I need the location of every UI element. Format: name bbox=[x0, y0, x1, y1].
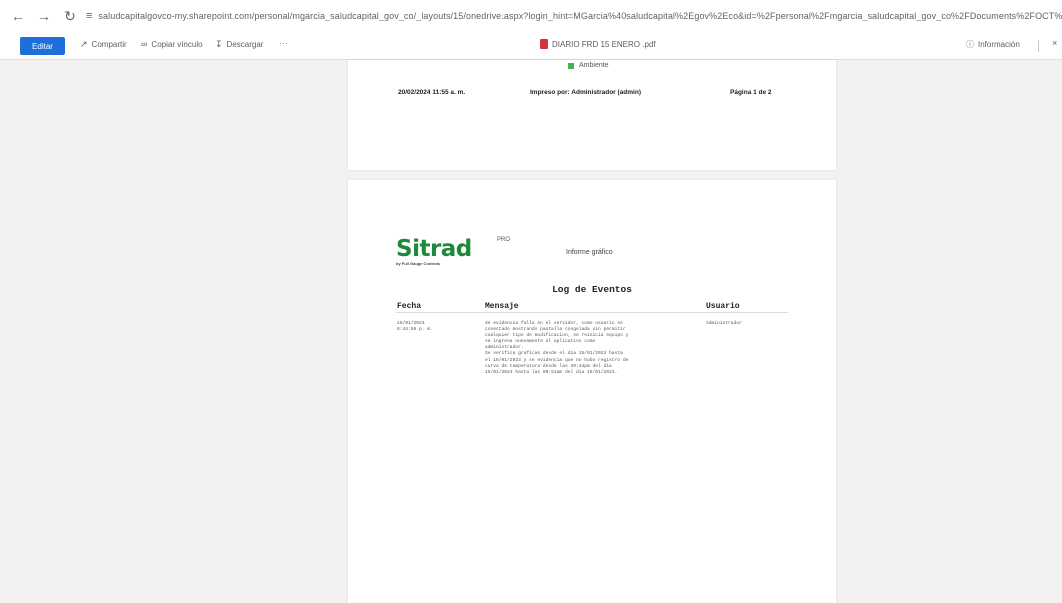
column-header-mensaje: Mensaje bbox=[485, 302, 519, 311]
message-line: curva de temperatura desde las 20:44pm d… bbox=[485, 363, 612, 369]
copy-link-button[interactable]: ∞ Copiar vínculo bbox=[141, 39, 203, 49]
file-title[interactable]: DIARIO FRD 15 ENERO .pdf bbox=[540, 39, 656, 49]
link-icon: ∞ bbox=[141, 39, 148, 49]
info-icon: ⓘ bbox=[966, 40, 974, 49]
time-line: 8:44:58 p. m. bbox=[397, 327, 433, 333]
pdf-page-1: Ambiente 20/02/2024 11:55 a. m. Impreso … bbox=[348, 60, 836, 170]
legend-swatch bbox=[568, 62, 574, 69]
logo-pro-tag: PRO bbox=[497, 237, 511, 243]
chart-legend: Ambiente bbox=[568, 62, 609, 69]
log-title: Log de Eventos bbox=[552, 284, 632, 295]
reload-icon[interactable]: ↻ bbox=[60, 6, 80, 26]
url-field[interactable]: ≡ saludcapitalgovco-my.sharepoint.com/pe… bbox=[86, 10, 1062, 22]
download-label: Descargar bbox=[226, 40, 264, 49]
browser-address-bar: ← → ↻ ≡ saludcapitalgovco-my.sharepoint.… bbox=[0, 0, 1062, 32]
share-label: Compartir bbox=[91, 40, 127, 49]
copy-link-label: Copiar vínculo bbox=[151, 39, 203, 49]
toolbar-divider bbox=[1038, 40, 1039, 52]
url-text: saludcapitalgovco-my.sharepoint.com/pers… bbox=[98, 11, 1062, 21]
info-label: Información bbox=[978, 40, 1020, 49]
pdf-file-icon bbox=[540, 39, 548, 49]
info-button[interactable]: ⓘ Información bbox=[966, 39, 1020, 50]
log-entry-date: 15/01/2023 8:44:58 p. m. bbox=[397, 321, 433, 333]
more-options-button[interactable]: ··· bbox=[279, 38, 288, 48]
message-line: el 16/01/2023 y se evidencia que no hubo… bbox=[485, 357, 629, 363]
share-button[interactable]: ↗ Compartir bbox=[80, 39, 127, 50]
page-number: Página 1 de 2 bbox=[730, 89, 772, 96]
forward-arrow-icon[interactable]: → bbox=[34, 6, 54, 26]
column-header-usuario: Usuario bbox=[706, 302, 740, 311]
download-button[interactable]: ↧ Descargar bbox=[215, 39, 263, 50]
log-entry-user: Administrador bbox=[706, 321, 742, 326]
site-info-icon[interactable]: ≡ bbox=[86, 10, 92, 22]
printed-by: Impreso por: Administrador (admin) bbox=[530, 89, 641, 96]
share-icon: ↗ bbox=[80, 39, 88, 49]
edit-button[interactable]: Editar bbox=[20, 37, 65, 55]
close-icon[interactable]: × bbox=[1052, 38, 1057, 48]
back-arrow-icon[interactable]: ← bbox=[8, 6, 28, 26]
legend-label: Ambiente bbox=[579, 62, 609, 69]
file-name: DIARIO FRD 15 ENERO .pdf bbox=[552, 39, 656, 49]
message-line: Se verifica graficas desde el dia 15/01/… bbox=[485, 351, 623, 357]
logo-wordmark: Sitrad bbox=[396, 236, 472, 262]
header-divider bbox=[396, 312, 788, 313]
column-header-fecha: Fecha bbox=[397, 302, 422, 311]
printed-date: 20/02/2024 11:55 a. m. bbox=[398, 89, 466, 96]
command-bar: Editar ↗ Compartir ∞ Copiar vínculo ↧ De… bbox=[0, 32, 1062, 60]
sitrad-logo: Sitrad PRO by Full Gauge Controls bbox=[396, 236, 510, 266]
message-line: 15/01/2023 hasta las 09:51am del dia 16/… bbox=[485, 369, 618, 375]
pdf-page-2: Sitrad PRO by Full Gauge Controls Inform… bbox=[348, 180, 836, 603]
report-title: Informe gráfico bbox=[566, 249, 613, 256]
download-icon: ↧ bbox=[215, 39, 223, 49]
log-entry-message: Se evidencia falla en el servidor, como … bbox=[485, 321, 628, 376]
